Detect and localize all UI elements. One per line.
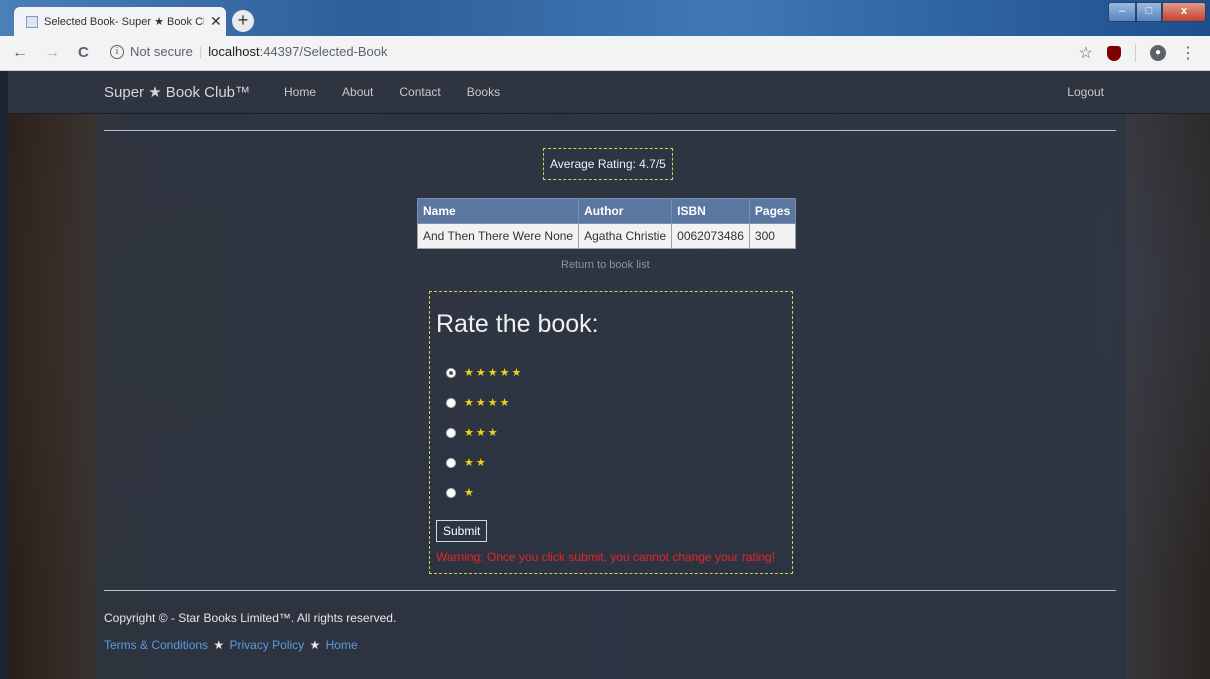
table-header-row: Name Author ISBN Pages — [416, 198, 797, 224]
page-favicon-icon — [26, 15, 38, 28]
tab-title: Selected Book- Super ★ Book Cl — [44, 16, 204, 28]
rating-option-3[interactable]: ★★★ — [446, 426, 500, 439]
minimize-button[interactable]: – — [1108, 2, 1136, 22]
account-icon[interactable]: ● — [1150, 45, 1166, 61]
main-content: Average Rating: 4.7/5 Name Author ISBN P… — [95, 114, 1126, 679]
toolbar-divider — [1135, 44, 1136, 62]
header-isbn: ISBN — [671, 198, 750, 224]
browser-titlebar: Selected Book- Super ★ Book Cl ✕ + – □ x — [0, 0, 1210, 36]
footer-home-link[interactable]: Home — [326, 638, 358, 652]
rating-radio-2[interactable] — [446, 457, 456, 468]
bookmark-star-icon[interactable]: ☆ — [1079, 43, 1093, 63]
table-row: And Then There Were None Agatha Christie… — [416, 223, 797, 249]
book-table: Name Author ISBN Pages And Then There We… — [416, 198, 797, 249]
submit-button[interactable]: Submit — [436, 520, 488, 542]
star-icons-5: ★★★★★ — [464, 367, 524, 379]
back-icon[interactable]: ← — [12, 44, 28, 62]
footer-star-icon: ★ — [309, 638, 321, 652]
footer-divider — [104, 590, 1116, 591]
window-controls: – □ x — [1108, 2, 1206, 22]
logout-link[interactable]: Logout — [1067, 85, 1104, 99]
ublock-extension-icon[interactable] — [1107, 45, 1121, 61]
return-to-book-list-link[interactable]: Return to book list — [561, 259, 650, 271]
cell-isbn: 0062073486 — [671, 223, 750, 249]
tab-close-icon[interactable]: ✕ — [210, 13, 222, 30]
star-icons-4: ★★★★ — [464, 397, 512, 409]
submit-warning: Warning: Once you click submit, you cann… — [436, 550, 776, 564]
maximize-button[interactable]: □ — [1136, 2, 1162, 22]
rating-option-2[interactable]: ★★ — [446, 456, 488, 469]
rating-option-4[interactable]: ★★★★ — [446, 396, 511, 409]
brand-link[interactable]: Super ★ Book Club™ — [104, 83, 250, 101]
copyright-text: Copyright © - Star Books Limited™. All r… — [104, 611, 397, 625]
browser-tab[interactable]: Selected Book- Super ★ Book Cl ✕ — [14, 7, 226, 36]
browser-toolbar: ← → C i Not secure | localhost :44397/Se… — [0, 36, 1210, 71]
url-host: localhost — [208, 44, 260, 59]
cell-pages: 300 — [748, 223, 797, 249]
header-name: Name — [416, 198, 580, 224]
cell-author: Agatha Christie — [578, 223, 673, 249]
cell-name: And Then There Were None — [416, 223, 580, 249]
star-icons-3: ★★★ — [464, 427, 500, 439]
site-navbar: Super ★ Book Club™ Home About Contact Bo… — [8, 71, 1210, 114]
footer-star-icon: ★ — [213, 638, 225, 652]
rating-option-1[interactable]: ★ — [446, 486, 476, 499]
nav-contact[interactable]: Contact — [399, 85, 440, 99]
menu-icon[interactable]: ⋮ — [1180, 43, 1196, 63]
star-icons-2: ★★ — [464, 457, 488, 469]
rating-radio-3[interactable] — [446, 427, 456, 438]
url-path: :44397/Selected-Book — [259, 44, 388, 59]
nav-home[interactable]: Home — [284, 85, 316, 99]
rating-radio-5[interactable] — [446, 367, 456, 378]
address-bar[interactable]: i Not secure | localhost :44397/Selected… — [110, 44, 388, 59]
footer-links: Terms & Conditions ★ Privacy Policy ★ Ho… — [104, 638, 358, 652]
page-viewport: Super ★ Book Club™ Home About Contact Bo… — [8, 71, 1210, 679]
close-window-button[interactable]: x — [1162, 2, 1206, 22]
new-tab-button[interactable]: + — [232, 10, 254, 32]
forward-icon[interactable]: → — [44, 44, 60, 62]
header-pages: Pages — [748, 198, 797, 224]
rating-title: Rate the book: — [436, 310, 599, 338]
rating-form: Rate the book: ★★★★★ ★★★★ ★★★ ★★ ★ Submi… — [429, 291, 793, 574]
rating-radio-1[interactable] — [446, 487, 456, 498]
star-icons-1: ★ — [464, 487, 476, 499]
info-icon[interactable]: i — [110, 44, 124, 59]
nav-about[interactable]: About — [342, 85, 373, 99]
url-divider: | — [198, 44, 203, 59]
nav-links: Home About Contact Books — [284, 85, 500, 99]
rating-radio-4[interactable] — [446, 397, 456, 408]
toolbar-right: ☆ ● ⋮ — [1079, 43, 1196, 63]
average-rating: Average Rating: 4.7/5 — [543, 148, 673, 180]
terms-link[interactable]: Terms & Conditions — [104, 638, 208, 652]
header-author: Author — [578, 198, 673, 224]
reload-icon[interactable]: C — [78, 44, 89, 61]
top-divider — [104, 130, 1116, 131]
nav-books[interactable]: Books — [467, 85, 500, 99]
rating-option-5[interactable]: ★★★★★ — [446, 366, 523, 379]
privacy-policy-link[interactable]: Privacy Policy — [230, 638, 305, 652]
security-label: Not secure — [130, 44, 193, 59]
